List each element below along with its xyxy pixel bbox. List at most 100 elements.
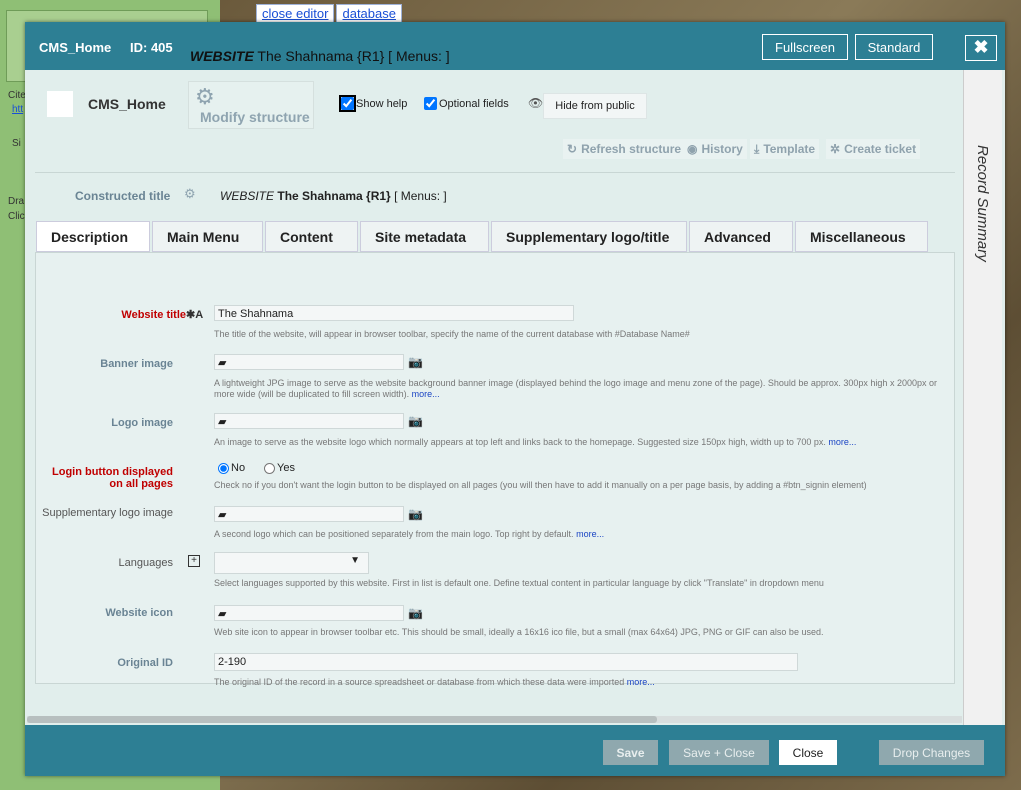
show-help-checkbox[interactable]: [339, 95, 356, 112]
original-id-help-text: The original ID of the record in a sourc…: [214, 677, 625, 687]
translate-icon[interactable]: ✱A: [186, 308, 203, 321]
tab-advanced[interactable]: Advanced: [689, 221, 793, 252]
modify-structure-label: Modify structure: [200, 109, 310, 125]
original-id-label: Original ID: [117, 657, 173, 669]
supp-logo-input[interactable]: ▰: [214, 506, 404, 522]
login-button-label: Login button displayed on all pages: [23, 466, 173, 490]
refresh-structure-button[interactable]: ↻ Refresh structure: [563, 139, 686, 159]
optional-fields-toggle[interactable]: Optional fields: [424, 97, 509, 110]
save-button[interactable]: Save: [603, 740, 658, 765]
record-type: WEBSITE: [190, 48, 254, 64]
camera-icon[interactable]: 📷: [408, 414, 423, 428]
website-icon-input[interactable]: ▰: [214, 605, 404, 621]
original-id-input[interactable]: 2-190: [214, 653, 798, 671]
close-editor-link[interactable]: close editor: [256, 4, 335, 23]
refresh-icon: ↻: [567, 142, 578, 156]
tab-supplementary-logo[interactable]: Supplementary logo/title: [491, 221, 687, 252]
folder-icon[interactable]: ▰: [218, 509, 226, 521]
save-close-button[interactable]: Save + Close: [669, 740, 769, 765]
banner-image-label: Banner image: [100, 358, 173, 370]
website-title-help: The title of the website, will appear in…: [214, 329, 690, 339]
drop-changes-button[interactable]: Drop Changes: [879, 740, 984, 765]
close-button[interactable]: Close: [779, 740, 837, 765]
more-link[interactable]: more...: [627, 677, 655, 687]
record-title-text: The Shahnama {R1} [ Menus: ]: [257, 48, 450, 64]
supp-logo-help: A second logo which can be positioned se…: [214, 529, 939, 540]
constructed-type: WEBSITE: [220, 189, 275, 203]
header-divider: [35, 172, 955, 173]
banner-image-input[interactable]: ▰: [214, 354, 404, 370]
chevron-down-icon: ▼: [350, 555, 360, 566]
close-icon[interactable]: ✖: [965, 35, 997, 61]
bg-fragment: Clic: [8, 211, 25, 222]
website-icon-label: Website icon: [105, 607, 173, 619]
standard-button[interactable]: Standard: [855, 34, 933, 60]
languages-select[interactable]: ▼: [214, 552, 369, 574]
login-no-radio[interactable]: [218, 462, 229, 474]
camera-icon[interactable]: 📷: [408, 507, 423, 521]
horizontal-scrollbar[interactable]: [27, 716, 962, 723]
camera-icon[interactable]: 📷: [408, 355, 423, 369]
bg-fragment: Si: [12, 138, 21, 149]
gear-icon[interactable]: ⚙: [184, 186, 196, 202]
banner-image-help-text: A lightweight JPG image to serve as the …: [214, 378, 937, 399]
background-links: close editor database: [256, 4, 402, 23]
login-label-line2: on all pages: [109, 478, 173, 490]
hide-from-public-button[interactable]: Hide from public: [543, 93, 647, 119]
create-ticket-button[interactable]: ✲ Create ticket: [826, 139, 921, 159]
constructed-title-label: Constructed title: [75, 189, 171, 203]
folder-icon[interactable]: ▰: [218, 416, 226, 428]
history-button[interactable]: ◉ History: [683, 139, 747, 159]
modify-structure-button[interactable]: ⚙ Modify structure: [188, 81, 314, 129]
bg-fragment: Dra: [8, 196, 25, 207]
refresh-structure-label: Refresh structure: [581, 142, 682, 156]
website-title-input[interactable]: The Shahnama: [214, 305, 574, 321]
login-yes-option[interactable]: Yes: [264, 462, 295, 474]
bg-fragment[interactable]: htt: [12, 104, 23, 115]
logo-image-input[interactable]: ▰: [214, 413, 404, 429]
more-link[interactable]: more...: [412, 389, 440, 399]
logo-image-label: Logo image: [111, 417, 173, 429]
record-id: ID: 405: [130, 40, 173, 55]
login-button-help: Check no if you don't want the login but…: [214, 480, 867, 490]
database-link[interactable]: database: [336, 4, 402, 23]
eye-icon: 👁: [528, 96, 544, 110]
history-icon: ◉: [687, 142, 698, 156]
tab-description[interactable]: Description: [36, 221, 150, 252]
website-icon-help: Web site icon to appear in browser toolb…: [214, 627, 824, 637]
constructed-value: The Shahnama {R1}: [277, 189, 391, 203]
template-label: Template: [763, 142, 816, 156]
scrollbar-thumb[interactable]: [27, 716, 657, 723]
add-language-icon[interactable]: +: [188, 555, 200, 567]
show-help-label: Show help: [356, 97, 408, 110]
logo-image-help-text: An image to serve as the website logo wh…: [214, 437, 826, 447]
more-link[interactable]: more...: [828, 437, 856, 447]
folder-icon[interactable]: ▰: [218, 608, 226, 620]
show-help-toggle[interactable]: Show help: [339, 95, 408, 112]
template-button[interactable]: ⤓ Template: [750, 139, 820, 159]
supp-logo-help-text: A second logo which can be positioned se…: [214, 529, 574, 539]
login-no-option[interactable]: No: [218, 462, 245, 474]
tab-miscellaneous[interactable]: Miscellaneous: [795, 221, 928, 252]
app-name: CMS_Home: [39, 40, 112, 55]
optional-fields-checkbox[interactable]: [424, 97, 437, 110]
banner-image-help: A lightweight JPG image to serve as the …: [214, 378, 939, 400]
login-no-label: No: [231, 462, 246, 474]
create-ticket-label: Create ticket: [844, 142, 917, 156]
dialog-titlebar: CMS_Home ID: 405 WEBSITE The Shahnama {R…: [25, 22, 1005, 70]
folder-icon[interactable]: ▰: [218, 357, 226, 369]
supp-logo-label: Supplementary logo image: [42, 507, 173, 519]
tab-content[interactable]: Content: [265, 221, 358, 252]
tab-main-menu[interactable]: Main Menu: [152, 221, 263, 252]
record-summary-panel[interactable]: Record Summary: [963, 70, 1002, 725]
camera-icon[interactable]: 📷: [408, 606, 423, 620]
bug-icon: ✲: [830, 142, 841, 156]
more-link[interactable]: more...: [576, 529, 604, 539]
tab-site-metadata[interactable]: Site metadata: [360, 221, 489, 252]
login-yes-radio[interactable]: [264, 462, 275, 474]
fullscreen-button[interactable]: Fullscreen: [762, 34, 848, 60]
history-label: History: [701, 142, 743, 156]
optional-fields-label: Optional fields: [439, 97, 509, 110]
login-yes-label: Yes: [277, 462, 295, 474]
constructed-suffix: [ Menus: ]: [394, 189, 447, 203]
